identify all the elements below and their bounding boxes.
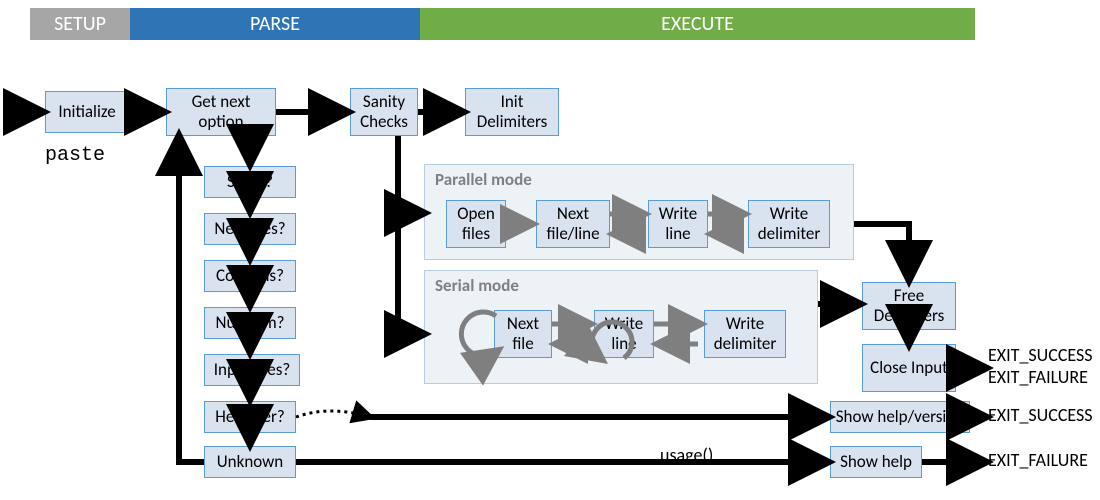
box-initialize: Initialize [45, 91, 129, 133]
stage-bar: SETUP PARSE EXECUTE [30, 8, 975, 40]
box-close-input: Close Input [862, 344, 956, 392]
box-newlines-q: Newlines? [204, 213, 296, 245]
text-write-line-s: Write line [599, 314, 649, 353]
box-next-file-line: Next file/line [536, 200, 610, 248]
box-init-delimiters: Init Delimiters [465, 88, 559, 136]
box-input-files-q: Input files? [204, 354, 300, 386]
label-exit-close-success: EXIT_SUCCESS [988, 345, 1093, 366]
text-close-input: Close Input [870, 358, 948, 378]
box-get-next-option: Get next option [166, 88, 276, 136]
label-exit-close-failure: EXIT_FAILURE [988, 367, 1088, 388]
text-sanity-checks: Sanity Checks [355, 92, 413, 131]
label-exit-help-failure: EXIT_FAILURE [988, 450, 1088, 471]
parallel-mode-title: Parallel mode [435, 169, 532, 190]
text-next-file: Next file [499, 314, 547, 353]
text-init-delimiters: Init Delimiters [470, 92, 554, 131]
serial-mode-title: Serial mode [435, 275, 519, 296]
box-write-delimiter-s: Write delimiter [704, 310, 786, 358]
box-help-ver-q: Help/Ver? [204, 401, 296, 433]
box-write-line-s: Write line [594, 310, 654, 358]
box-nullterm-q: Nullterm? [204, 307, 296, 339]
stage-parse: PARSE [130, 8, 420, 40]
label-usage: usage() [660, 444, 713, 466]
label-exit-help-success: EXIT_SUCCESS [988, 405, 1093, 426]
box-write-delimiter-p: Write delimiter [748, 200, 830, 248]
box-unknown: Unknown [204, 446, 296, 478]
box-free-delimiters: Free Delimiters [862, 282, 956, 330]
text-write-line-p: Write line [653, 204, 703, 243]
text-next-file-line: Next file/line [541, 204, 605, 243]
text-write-delimiter-p: Write delimiter [753, 204, 825, 243]
box-columns-q: Columns? [204, 260, 296, 292]
text-get-next-option: Get next option [171, 92, 271, 131]
box-next-file: Next file [494, 310, 552, 358]
box-serial-q: Serial? [204, 166, 296, 198]
box-open-files: Open files [446, 200, 506, 248]
box-write-line-p: Write line [648, 200, 708, 248]
box-show-help-version: Show help/version [830, 401, 970, 433]
text-free-delimiters: Free Delimiters [867, 286, 951, 325]
stage-setup: SETUP [30, 8, 130, 40]
cmd-label: paste [45, 144, 105, 167]
text-write-delimiter-s: Write delimiter [709, 314, 781, 353]
box-sanity-checks: Sanity Checks [350, 88, 418, 136]
stage-execute: EXECUTE [420, 8, 975, 40]
text-open-files: Open files [451, 204, 501, 243]
box-show-help: Show help [830, 446, 922, 478]
